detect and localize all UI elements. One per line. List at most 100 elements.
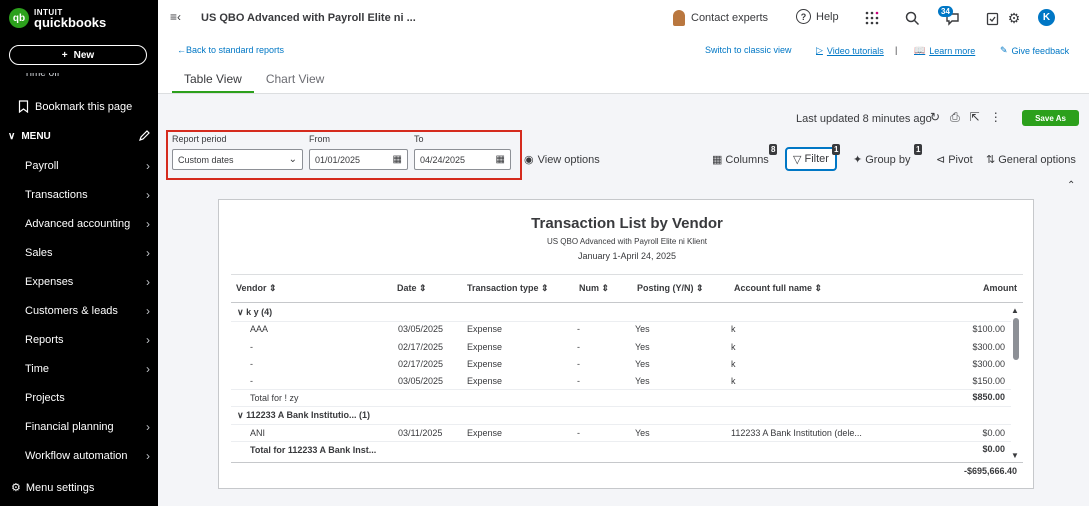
to-date-field[interactable]: 04/24/2025 ▦ [414, 149, 511, 170]
learn-more-link[interactable]: 📖 Learn more [914, 45, 975, 56]
group-header-2[interactable]: ∨ 112233 A Bank Institutio... (1) [237, 410, 370, 421]
sidebar-item-time-off[interactable]: Time off [24, 73, 60, 79]
scroll-down-arrow-icon[interactable]: ▼ [1011, 451, 1019, 460]
menu-header[interactable]: ∨ MENU [8, 130, 150, 142]
back-to-reports-link[interactable]: ←Back to standard reports [177, 45, 284, 55]
cell-posting: Yes [635, 324, 650, 334]
more-vertical-icon[interactable]: ⋮ [990, 110, 1002, 125]
apps-grid-icon[interactable] [863, 9, 881, 27]
sliders-icon: ⇅ [986, 154, 996, 166]
sidebar-item-sales[interactable]: Sales › [0, 238, 158, 267]
switch-classic-link[interactable]: Switch to classic view [705, 45, 792, 55]
chevron-right-icon: › [146, 274, 150, 289]
sidebar-item-customers-leads[interactable]: Customers & leads › [0, 296, 158, 325]
help-button[interactable]: ? Help [796, 9, 839, 24]
sidebar-item-transactions[interactable]: Transactions › [0, 180, 158, 209]
menu-settings-link[interactable]: ⚙ Menu settings [11, 481, 95, 495]
row-divider [231, 389, 1011, 390]
grand-total-amount[interactable]: -$695,666.40 [957, 466, 1017, 476]
save-as-button[interactable]: Save As [1022, 110, 1079, 126]
give-feedback-link[interactable]: ✎ Give feedback [1000, 45, 1069, 56]
column-header-date[interactable]: Date ⇕ [397, 283, 427, 294]
sidebar-item-projects[interactable]: Projects [0, 383, 158, 412]
quickbooks-logo[interactable]: qb INTUIT quickbooks [9, 8, 106, 29]
cell-posting: Yes [635, 428, 650, 438]
export-icon[interactable]: ⇱ [970, 110, 980, 125]
contact-experts-button[interactable]: Contact experts [673, 10, 768, 26]
filter-icon: ▽ [793, 153, 802, 166]
scrollbar-thumb[interactable] [1013, 318, 1019, 360]
sidebar-item-payroll[interactable]: Payroll › [0, 151, 158, 180]
report-company: US QBO Advanced with Payroll Elite ni Kl… [546, 237, 708, 246]
chevron-right-icon: › [146, 332, 150, 347]
group-by-button[interactable]: ✦ Group by [853, 153, 910, 167]
bookmark-page-link[interactable]: Bookmark this page [18, 100, 132, 113]
row-divider [231, 424, 1011, 425]
column-header-transaction-type[interactable]: Transaction type ⇕ [467, 283, 549, 294]
bookmark-icon [18, 100, 29, 113]
cell-type[interactable]: Expense [467, 428, 502, 438]
cell-amount[interactable]: $0.00 [945, 428, 1005, 438]
column-header-vendor[interactable]: Vendor ⇕ [236, 283, 277, 294]
tab-chart-view[interactable]: Chart View [254, 68, 336, 94]
cell-account: k [731, 324, 736, 334]
scroll-up-arrow-icon[interactable]: ▲ [1011, 306, 1019, 315]
collapse-up-icon[interactable]: ⌃ [1067, 180, 1075, 191]
row-divider [231, 406, 1011, 407]
chevron-right-icon: › [146, 245, 150, 260]
cell-type[interactable]: Expense [467, 324, 502, 334]
cell-type[interactable]: Expense [467, 342, 502, 352]
cell-amount[interactable]: $300.00 [945, 342, 1005, 352]
group-total-amount[interactable]: $850.00 [945, 392, 1005, 402]
video-tutorials-link[interactable]: ▷ Video tutorials [816, 45, 884, 56]
report-period-select[interactable]: Custom dates ⌄ [172, 149, 303, 170]
cell-amount[interactable]: $100.00 [945, 324, 1005, 334]
tasks-icon[interactable] [983, 9, 1001, 27]
cell-num: - [577, 342, 580, 352]
column-header-posting[interactable]: Posting (Y/N) ⇕ [637, 283, 704, 294]
pivot-label: Pivot [948, 153, 973, 166]
menu-settings-label: Menu settings [25, 481, 95, 494]
general-options-button[interactable]: ⇅ General options [986, 153, 1076, 167]
column-header-amount[interactable]: Amount [957, 283, 1017, 293]
group-total-amount[interactable]: $0.00 [945, 444, 1005, 454]
columns-count-badge: 8 [769, 144, 778, 155]
user-avatar[interactable]: K [1038, 9, 1055, 26]
sidebar-item-advanced-accounting[interactable]: Advanced accounting › [0, 209, 158, 238]
sidebar-item-reports[interactable]: Reports › [0, 325, 158, 354]
cell-type[interactable]: Expense [467, 359, 502, 369]
notifications-badge: 34 [938, 6, 953, 17]
calendar-icon[interactable]: ▦ [393, 154, 402, 165]
column-header-num[interactable]: Num ⇕ [579, 283, 609, 294]
video-label: Video tutorials [826, 45, 884, 56]
refresh-icon[interactable]: ↻ [930, 110, 940, 125]
cell-amount[interactable]: $300.00 [945, 359, 1005, 369]
company-name[interactable]: US QBO Advanced with Payroll Elite ni ..… [201, 12, 416, 24]
cell-type[interactable]: Expense [467, 376, 502, 386]
pivot-button[interactable]: ⊲ Pivot [936, 153, 973, 167]
new-button[interactable]: + New [9, 45, 147, 65]
filter-button[interactable]: ▽ Filter [785, 147, 837, 171]
cell-amount[interactable]: $150.00 [945, 376, 1005, 386]
calendar-icon[interactable]: ▦ [496, 154, 505, 165]
column-header-account[interactable]: Account full name ⇕ [734, 283, 822, 294]
settings-gear-icon[interactable]: ⚙ [1005, 9, 1023, 27]
pencil-icon[interactable] [138, 130, 150, 142]
sidebar-item-time[interactable]: Time › [0, 354, 158, 383]
search-icon[interactable] [903, 9, 921, 27]
print-icon[interactable]: ⎙ [950, 110, 960, 125]
tab-table-view[interactable]: Table View [172, 68, 254, 94]
sidebar-item-expenses[interactable]: Expenses › [0, 267, 158, 296]
collapse-menu-icon[interactable]: ≡‹ [170, 10, 181, 24]
sort-icon: ⇕ [814, 283, 823, 293]
question-icon: ? [796, 9, 811, 24]
sidebar-item-financial-planning[interactable]: Financial planning › [0, 412, 158, 441]
group-header-1[interactable]: ∨ k y (4) [237, 307, 272, 318]
from-date-field[interactable]: 01/01/2025 ▦ [309, 149, 408, 170]
sidebar-item-workflow-automation[interactable]: Workflow automation › [0, 441, 158, 470]
sidebar-item-label: Financial planning [25, 420, 114, 433]
view-options-button[interactable]: ◉ View options [524, 153, 600, 167]
columns-button[interactable]: ▦ Columns [712, 153, 769, 167]
gear-icon: ⚙ [11, 482, 21, 494]
logo-text: INTUIT quickbooks [34, 8, 106, 29]
